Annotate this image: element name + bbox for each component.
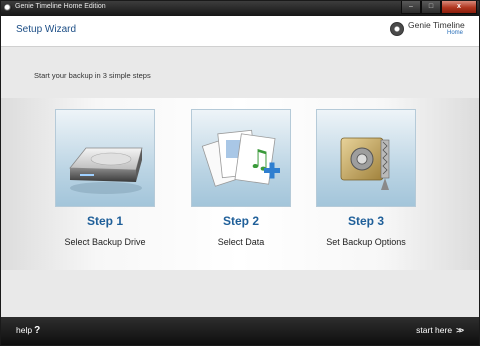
step-select-data[interactable]: ♫ Step 2 Select Data xyxy=(191,109,291,259)
double-arrow-right-icon: >> xyxy=(456,325,464,335)
documents-music-icon: ♫ xyxy=(201,129,280,187)
intro-text: Start your backup in 3 simple steps xyxy=(34,71,151,80)
app-window: Genie Timeline Home Edition – □ x Setup … xyxy=(0,0,480,346)
step-3-tile[interactable] xyxy=(316,109,416,207)
question-icon: ? xyxy=(34,325,41,336)
safe-options-icon xyxy=(340,137,390,190)
minimize-button[interactable]: – xyxy=(401,1,421,14)
step-2-tile[interactable]: ♫ xyxy=(191,109,291,207)
step-select-backup-drive[interactable]: Step 1 Select Backup Drive xyxy=(55,109,155,259)
page-title: Setup Wizard xyxy=(16,24,77,35)
app-logo-icon xyxy=(4,4,12,12)
brand-logo-icon xyxy=(390,22,404,36)
start-label: start here xyxy=(416,325,453,335)
brand-name: Genie Timeline xyxy=(408,20,465,30)
footer-bar: help? start here >> xyxy=(1,317,479,345)
step-3-label: Set Backup Options xyxy=(326,237,406,247)
step-1-tile[interactable] xyxy=(55,109,155,207)
step-2-number: Step 2 xyxy=(222,214,259,228)
maximize-button[interactable]: □ xyxy=(421,1,441,14)
step-1-number: Step 1 xyxy=(86,214,123,228)
title-bar[interactable]: Genie Timeline Home Edition – □ x xyxy=(1,1,479,16)
help-link[interactable]: help? xyxy=(16,325,40,336)
start-here-button[interactable]: start here >> xyxy=(416,325,464,335)
window-title: Genie Timeline Home Edition xyxy=(15,3,106,10)
step-set-backup-options[interactable]: Step 3 Set Backup Options xyxy=(316,109,416,259)
wizard-header: Setup Wizard Genie Timeline Home xyxy=(1,16,479,47)
step-3-number: Step 3 xyxy=(347,214,384,228)
close-button[interactable]: x xyxy=(441,1,477,14)
brand-edition: Home xyxy=(447,30,464,36)
hard-drive-icon xyxy=(69,147,143,194)
window-controls: – □ x xyxy=(401,1,477,15)
help-label: help xyxy=(16,325,33,335)
